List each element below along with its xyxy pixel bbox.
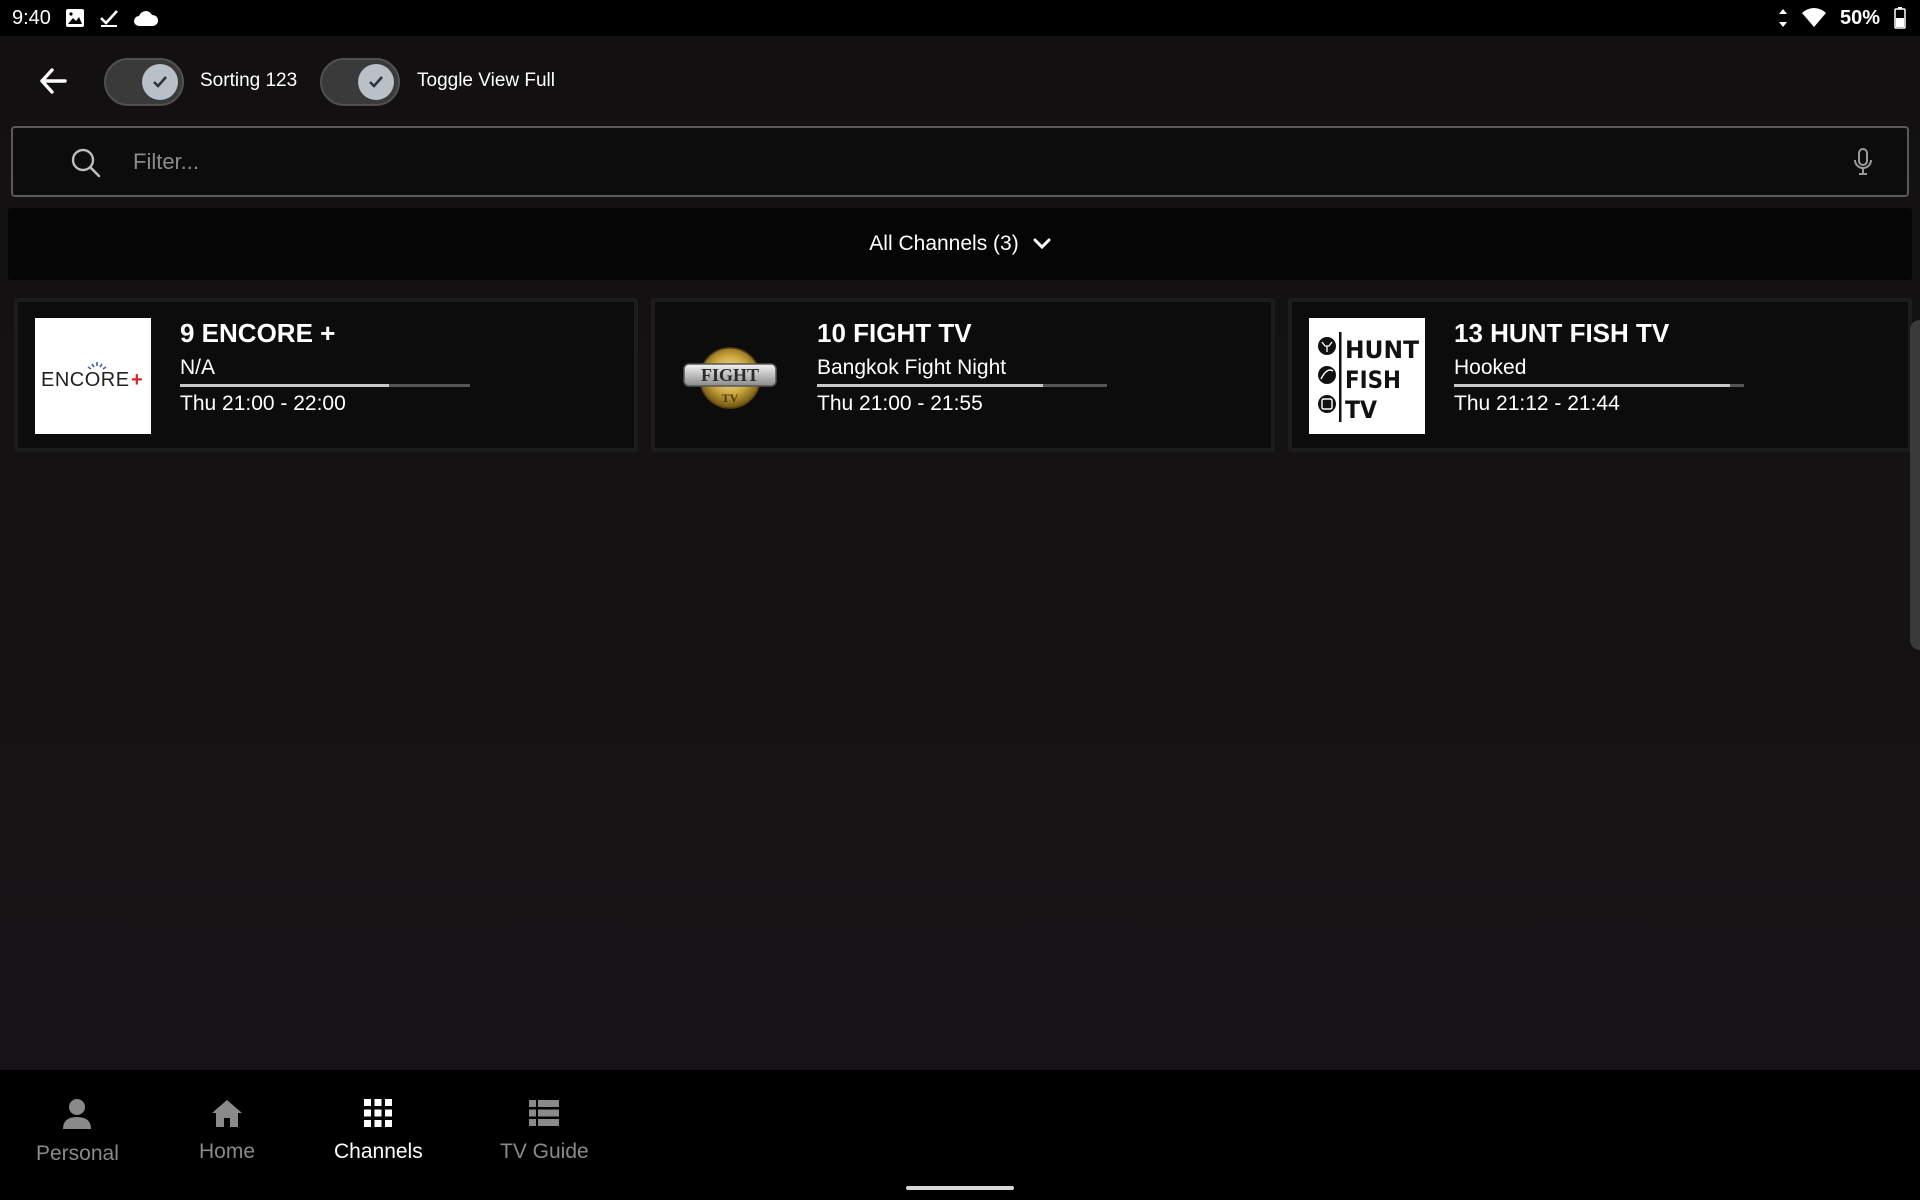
toggle-view-label: Toggle View Full bbox=[417, 70, 556, 91]
channel-card-encore[interactable]: ENCORE + 9 ENCORE + N/A Thu 21:00 - 22:0… bbox=[14, 298, 638, 452]
nav-label: TV Guide bbox=[500, 1140, 589, 1163]
status-bar: 9:40 50% bbox=[0, 0, 1920, 36]
channel-title: 13 HUNT FISH TV bbox=[1454, 318, 1670, 348]
nav-label: Home bbox=[199, 1140, 256, 1163]
toolbar: Sorting 123 Toggle View Full bbox=[0, 36, 1920, 128]
program-title: Bangkok Fight Night bbox=[817, 356, 1007, 379]
scroll-edge-handle[interactable] bbox=[1910, 320, 1920, 650]
encore-logo: ENCORE + bbox=[35, 318, 151, 434]
program-title: Hooked bbox=[1454, 356, 1527, 379]
person-icon bbox=[63, 1099, 92, 1129]
check-icon bbox=[369, 76, 383, 88]
program-progress-bar bbox=[180, 384, 470, 387]
check-download-icon bbox=[99, 8, 119, 28]
program-progress-bar bbox=[817, 384, 1107, 387]
channel-card-fight-tv[interactable]: FIGHT TV 10 FIGHT TV Bangkok Fight Night… bbox=[651, 298, 1275, 452]
toggle-knob bbox=[358, 64, 394, 100]
microphone-icon[interactable] bbox=[1853, 148, 1873, 180]
program-time: Thu 21:12 - 21:44 bbox=[1454, 392, 1620, 415]
search-icon bbox=[71, 148, 101, 182]
program-time: Thu 21:00 - 22:00 bbox=[180, 392, 346, 415]
battery-icon bbox=[1894, 7, 1906, 29]
svg-text:ENCORE: ENCORE bbox=[41, 369, 130, 391]
search-box bbox=[11, 126, 1909, 197]
svg-text:FISH: FISH bbox=[1345, 366, 1401, 394]
nav-label: Channels bbox=[334, 1140, 423, 1163]
nav-label: Personal bbox=[36, 1142, 119, 1165]
nav-item-channels[interactable]: Channels bbox=[334, 1098, 423, 1164]
nav-item-home[interactable]: Home bbox=[199, 1098, 255, 1164]
toggle-view-toggle[interactable] bbox=[320, 58, 400, 106]
svg-text:FIGHT: FIGHT bbox=[701, 365, 759, 385]
program-progress-bar bbox=[1454, 384, 1744, 387]
svg-text:+: + bbox=[131, 369, 143, 391]
category-label: All Channels (3) bbox=[869, 232, 1019, 255]
channel-title: 10 FIGHT TV bbox=[817, 318, 972, 348]
nav-item-personal[interactable]: Personal bbox=[36, 1098, 119, 1166]
toggle-knob bbox=[142, 64, 178, 100]
status-time: 9:40 bbox=[12, 6, 51, 29]
arrow-left-icon bbox=[40, 68, 67, 94]
status-right: 50% bbox=[1778, 7, 1906, 30]
back-button[interactable] bbox=[36, 64, 70, 98]
svg-text:HUNT: HUNT bbox=[1345, 336, 1420, 364]
channel-category-dropdown[interactable]: All Channels (3) bbox=[8, 208, 1912, 280]
sorting-label: Sorting 123 bbox=[200, 70, 298, 91]
channel-card-hunt-fish-tv[interactable]: HUNT FISH TV 13 HUNT FISH TV Hooked Thu … bbox=[1288, 298, 1912, 452]
search-input[interactable] bbox=[133, 142, 1833, 182]
svg-text:TV: TV bbox=[1345, 396, 1377, 424]
battery-percent: 50% bbox=[1839, 6, 1880, 29]
list-icon bbox=[529, 1100, 560, 1126]
svg-text:TV: TV bbox=[722, 391, 739, 405]
check-icon bbox=[153, 76, 167, 88]
home-indicator bbox=[906, 1186, 1014, 1190]
nav-item-tv-guide[interactable]: TV Guide bbox=[500, 1098, 589, 1164]
sorting-toggle[interactable] bbox=[104, 58, 184, 106]
wifi-icon bbox=[1801, 8, 1826, 28]
fight-tv-logo: FIGHT TV bbox=[672, 318, 788, 434]
cloud-icon bbox=[133, 9, 159, 27]
image-icon bbox=[65, 8, 85, 28]
status-left: 9:40 bbox=[12, 7, 159, 30]
program-title: N/A bbox=[180, 356, 216, 379]
program-time: Thu 21:00 - 21:55 bbox=[817, 392, 983, 415]
grid-icon bbox=[364, 1099, 393, 1127]
channel-title: 9 ENCORE + bbox=[180, 318, 336, 348]
bottom-navigation: Personal Home Channels TV Guide bbox=[0, 1070, 1920, 1200]
home-icon bbox=[212, 1100, 243, 1127]
channel-grid: ENCORE + 9 ENCORE + N/A Thu 21:00 - 22:0… bbox=[14, 298, 1920, 454]
hunt-fish-tv-logo: HUNT FISH TV bbox=[1309, 318, 1425, 434]
chevron-down-icon bbox=[1033, 238, 1051, 250]
data-arrows-icon bbox=[1778, 8, 1788, 28]
